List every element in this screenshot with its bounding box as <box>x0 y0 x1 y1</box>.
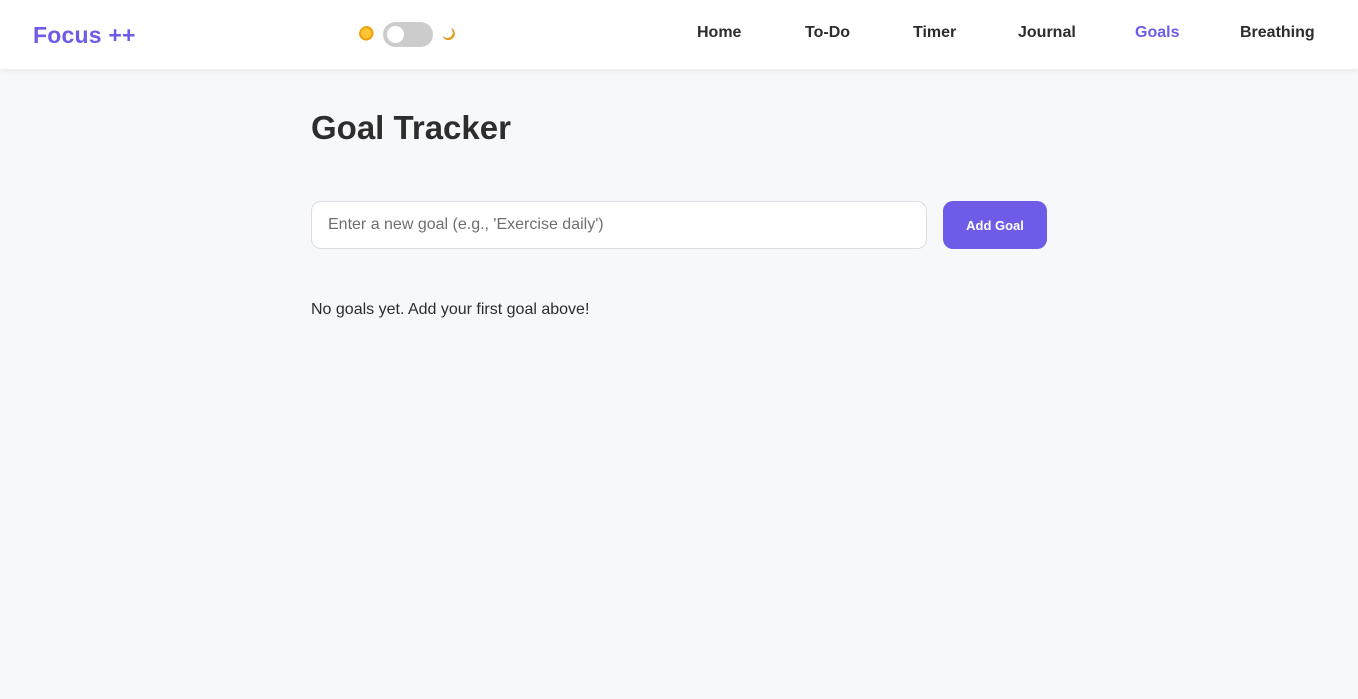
nav-goals[interactable]: Goals <box>1135 24 1179 42</box>
nav-todo[interactable]: To-Do <box>805 24 850 42</box>
add-goal-button[interactable]: Add Goal <box>943 201 1047 249</box>
nav-timer[interactable]: Timer <box>913 24 956 42</box>
nav-home[interactable]: Home <box>697 24 741 42</box>
goal-input[interactable] <box>311 201 927 249</box>
nav-journal[interactable]: Journal <box>1018 24 1076 42</box>
page-title: Goal Tracker <box>311 109 511 146</box>
nav-breathing[interactable]: Breathing <box>1240 24 1315 42</box>
empty-goals-message: No goals yet. Add your first goal above! <box>311 301 590 318</box>
navbar: Focus ++ Home To-Do Timer Journal Goals … <box>0 0 1358 69</box>
main-nav: Home To-Do Timer Journal Goals Breathing <box>0 24 1358 46</box>
